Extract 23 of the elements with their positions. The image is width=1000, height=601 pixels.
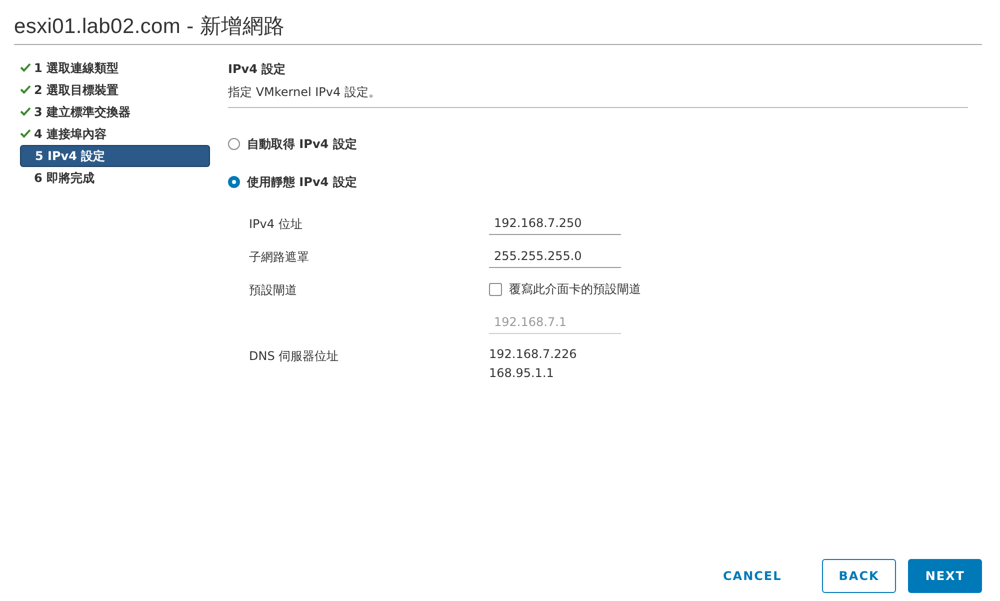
wizard-step[interactable]: 3 建立標準交換器 [20,101,210,123]
wizard-button[interactable]: BACK [822,559,896,593]
wizard-step[interactable]: 4 連接埠內容 [20,123,210,145]
radio-label[interactable]: 使用靜態 IPv4 設定 [247,174,357,190]
field-label: 預設閘道 [249,283,297,297]
dns-address: 192.168.7.226 [489,346,578,363]
field-label: IPv4 位址 [249,217,302,231]
wizard-step[interactable]: 5 IPv4 設定 [20,145,210,167]
wizard-button[interactable]: NEXT [908,559,982,593]
input-field[interactable]: 255.255.255.0 [489,243,621,268]
checkbox-label[interactable]: 覆寫此介面卡的預設閘道 [509,281,641,298]
wizard-step[interactable]: 6 即將完成 [20,167,210,189]
dns-address: 168.95.1.1 [489,365,555,382]
wizard-button[interactable]: CANCEL [706,559,798,593]
input-field[interactable]: 192.168.7.250 [489,210,621,235]
section-heading: IPv4 設定 [228,61,287,78]
window-title: esxi01.lab02.com - 新增網路 [14,14,286,40]
field-label: DNS 伺服器位址 [249,349,339,363]
wizard-step[interactable]: 2 選取目標裝置 [20,79,210,101]
field-label: 子網路遮罩 [249,250,309,264]
section-description: 指定 VMkernel IPv4 設定。 [228,84,382,101]
wizard-step[interactable]: 1 選取連線類型 [20,57,210,79]
radio-label[interactable]: 自動取得 IPv4 設定 [247,136,357,152]
